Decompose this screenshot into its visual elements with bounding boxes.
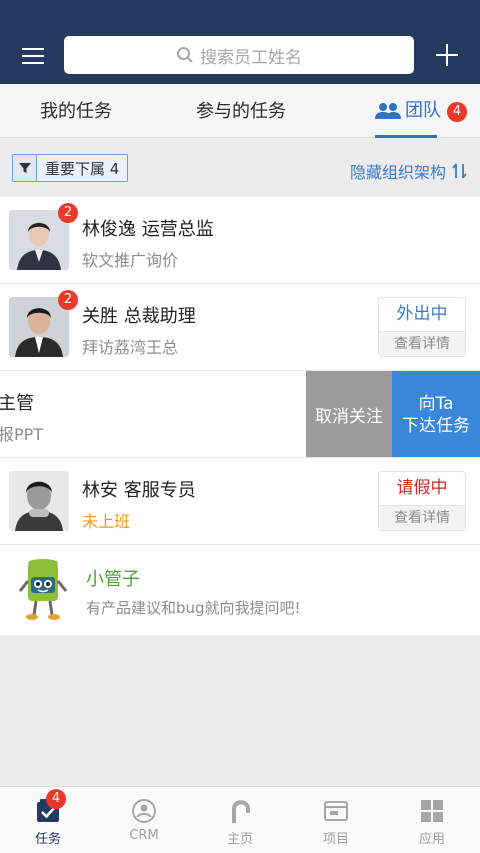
task-tabs: 我的任务 参与的任务 团队 4 (0, 84, 480, 138)
member-name: 关胜 总裁助理 (82, 306, 196, 327)
tab-my-tasks[interactable]: 我的任务 (40, 84, 112, 138)
status-badge[interactable]: 外出中 查看详情 (378, 297, 466, 357)
sort-icon (452, 163, 467, 179)
view-details-button[interactable]: 查看详情 (379, 331, 465, 356)
bottom-tab-bar: 4 任务 CRM 主页 项目 应用 (0, 786, 480, 853)
member-task: 报PPT (0, 425, 44, 444)
avatar-badge: 2 (58, 203, 78, 223)
hide-org-button[interactable]: 隐藏组织架构 (350, 159, 468, 183)
tab-team[interactable]: 团队 4 (375, 84, 467, 138)
list-item[interactable]: 林安 客服专员 未上班 请假中 查看详情 (0, 458, 480, 545)
search-icon (177, 47, 193, 63)
list-item[interactable]: 主管 报PPT 取消关注 向Ta 下达任务 (0, 371, 480, 458)
tabbar-item-tasks[interactable]: 4 任务 (0, 787, 96, 853)
member-name: 林俊逸 运营总监 (82, 219, 214, 240)
tabbar-item-crm[interactable]: CRM (96, 787, 192, 853)
unfollow-button[interactable]: 取消关注 (306, 371, 392, 457)
filter-chip-label: 重要下属 4 (45, 159, 120, 178)
avatar-badge: 2 (58, 290, 78, 310)
search-input[interactable]: 搜索员工姓名 (64, 36, 414, 74)
member-task: 未上班 (82, 512, 131, 531)
tab-team-label: 团队 (405, 100, 441, 121)
view-details-button[interactable]: 查看详情 (379, 505, 465, 530)
tab-active-indicator (375, 135, 437, 138)
tabbar-item-home[interactable]: 主页 (192, 787, 288, 853)
important-subordinates-filter[interactable]: 重要下属 4 (12, 154, 129, 182)
apps-icon (421, 800, 443, 822)
team-icon (375, 103, 401, 119)
member-name: 林安 客服专员 (82, 480, 196, 501)
team-member-list: 2 林俊逸 运营总监 软文推广询价 2 关胜 总裁助理 拜访荔湾王总 外出中 查… (0, 197, 480, 635)
top-bar: 搜索员工姓名 (0, 0, 480, 84)
member-name: 主管 (0, 393, 34, 414)
assign-task-line1: 向Ta (418, 393, 454, 414)
add-icon[interactable] (430, 38, 464, 72)
tabbar-label: CRM (129, 828, 159, 843)
hide-org-label: 隐藏组织架构 (349, 163, 446, 182)
project-icon (324, 801, 348, 821)
tabbar-label: 任务 (34, 832, 61, 847)
assign-task-line2: 下达任务 (402, 415, 470, 436)
tab-participated-tasks[interactable]: 参与的任务 (196, 84, 286, 138)
filter-icon (13, 155, 37, 181)
home-icon (232, 800, 250, 823)
status-text: 请假中 (396, 478, 448, 498)
tabbar-item-apps[interactable]: 应用 (384, 787, 480, 853)
team-badge: 4 (447, 102, 467, 122)
crm-icon (132, 799, 156, 823)
tabbar-item-project[interactable]: 项目 (288, 787, 384, 853)
avatar (9, 471, 69, 531)
list-item[interactable]: 小管子 有产品建议和bug就向我提问吧! (0, 545, 480, 635)
bot-description: 有产品建议和bug就向我提问吧! (86, 599, 301, 617)
list-item[interactable]: 2 林俊逸 运营总监 软文推广询价 (0, 197, 480, 284)
tabbar-label: 项目 (322, 832, 349, 847)
member-task: 拜访荔湾王总 (82, 338, 179, 357)
mascot-avatar (12, 557, 74, 623)
tabbar-label: 主页 (226, 832, 253, 847)
list-item[interactable]: 2 关胜 总裁助理 拜访荔湾王总 外出中 查看详情 (0, 284, 480, 371)
filter-bar: 重要下属 4 隐藏组织架构 (0, 139, 480, 197)
menu-icon[interactable] (18, 40, 48, 70)
status-text: 外出中 (396, 304, 448, 324)
search-placeholder: 搜索员工姓名 (200, 47, 302, 68)
status-badge[interactable]: 请假中 查看详情 (378, 471, 466, 531)
tabbar-label: 应用 (418, 832, 445, 847)
tasks-badge: 4 (46, 789, 66, 809)
assign-task-button[interactable]: 向Ta 下达任务 (392, 371, 480, 457)
member-task: 软文推广询价 (82, 251, 179, 270)
bot-name: 小管子 (86, 569, 140, 590)
